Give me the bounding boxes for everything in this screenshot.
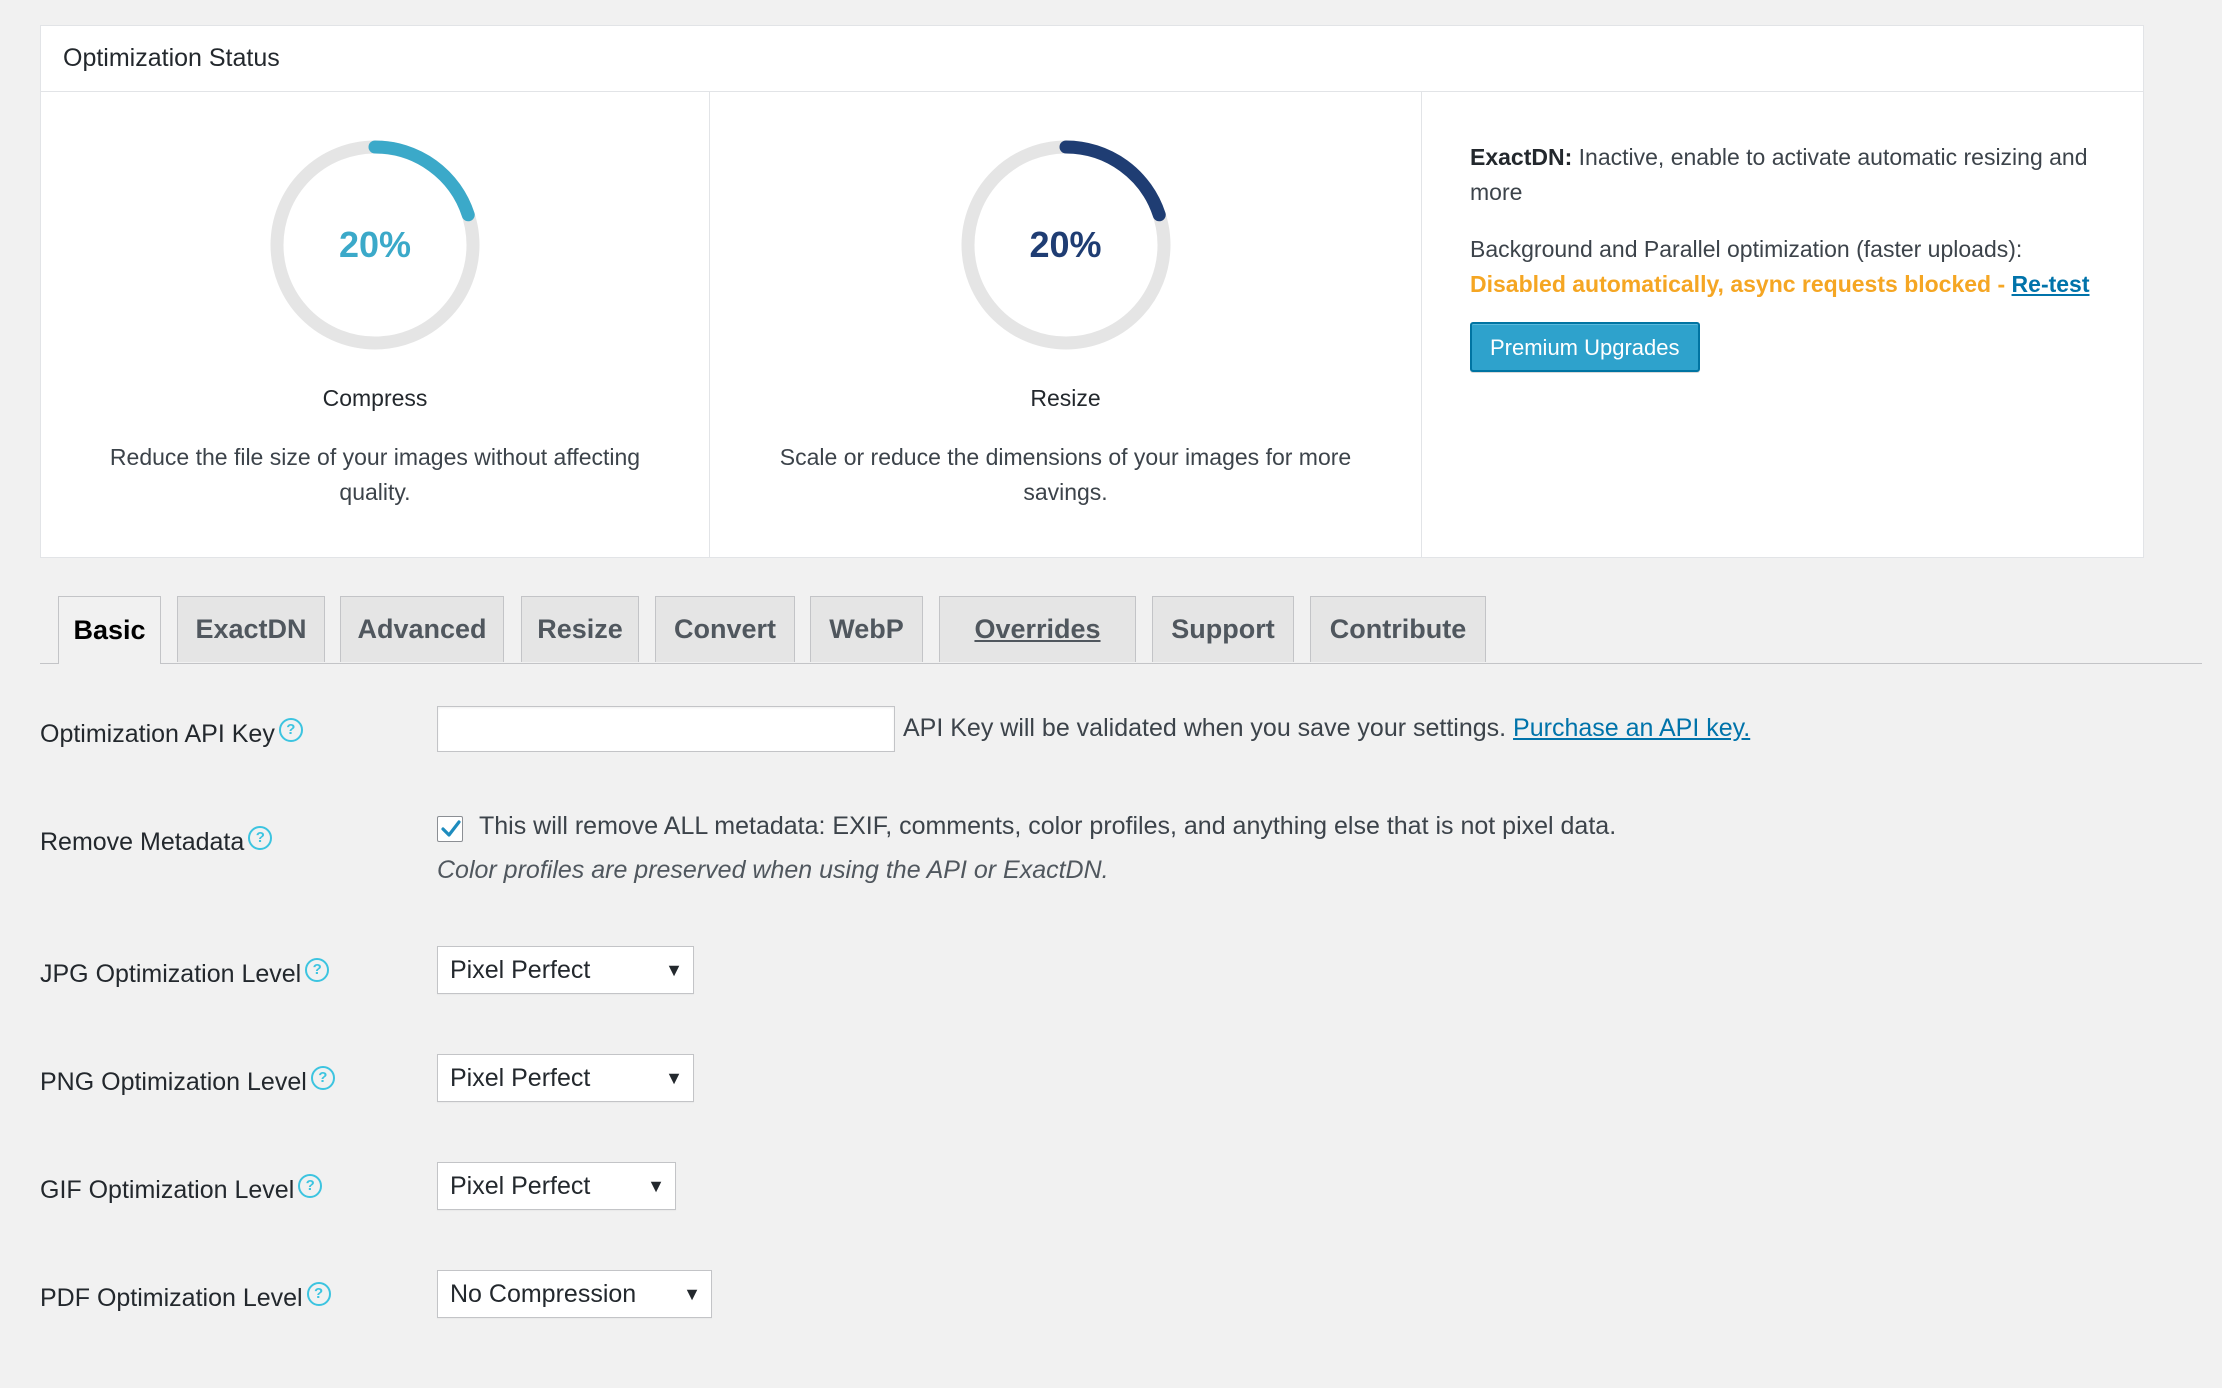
resize-description: Scale or reduce the dimensions of your i… [779, 444, 1352, 505]
remove-metadata-checkbox[interactable] [437, 816, 463, 842]
resize-progress-ring: 20% [956, 135, 1176, 355]
panel-title: Optimization Status [41, 26, 2143, 92]
jpg-level-select[interactable]: Pixel Perfect ▼ [437, 946, 694, 994]
api-key-label: Optimization API Key? [40, 718, 303, 749]
premium-upgrades-button[interactable]: Premium Upgrades [1470, 322, 1700, 372]
compress-title: Compress [322, 385, 428, 411]
compress-progress-ring: 20% [265, 135, 485, 355]
chevron-down-icon: ▼ [665, 960, 683, 980]
tab-support[interactable]: Support [1152, 596, 1294, 662]
compress-percent: 20% [338, 224, 412, 265]
retest-link[interactable]: Re-test [2012, 271, 2090, 297]
remove-metadata-note: Color profiles are preserved when using … [437, 856, 1109, 884]
optimization-status-panel: Optimization Status 20% Compress Reduce … [40, 25, 2144, 558]
api-key-input[interactable] [437, 706, 895, 752]
status-info-column: ExactDN: Inactive, enable to activate au… [1422, 92, 2143, 558]
tab-convert[interactable]: Convert [655, 596, 795, 662]
resize-percent: 20% [1029, 224, 1102, 265]
compress-description: Reduce the file size of your images with… [109, 444, 641, 505]
chevron-down-icon: ▼ [683, 1284, 701, 1304]
tab-resize[interactable]: Resize [521, 596, 639, 662]
tab-advanced[interactable]: Advanced [340, 596, 504, 662]
tab-exactdn[interactable]: ExactDN [177, 596, 325, 662]
help-icon[interactable]: ? [298, 1174, 323, 1198]
pdf-level-label: PDF Optimization Level? [40, 1282, 331, 1313]
gif-level-select[interactable]: Pixel Perfect ▼ [437, 1162, 676, 1210]
exactdn-label: ExactDN: [1470, 144, 1573, 170]
settings-tabs: Basic ExactDN Advanced Resize Convert We… [40, 596, 2202, 664]
tab-contribute[interactable]: Contribute [1310, 596, 1486, 662]
tab-webp[interactable]: WebP [810, 596, 923, 662]
resize-column: 20% Resize Scale or reduce the dimension… [710, 92, 1422, 558]
jpg-level-label: JPG Optimization Level? [40, 958, 330, 989]
chevron-down-icon: ▼ [647, 1176, 665, 1196]
pdf-level-select[interactable]: No Compression ▼ [437, 1270, 712, 1318]
purchase-api-key-link[interactable]: Purchase an API key. [1513, 714, 1750, 742]
help-icon[interactable]: ? [306, 1282, 331, 1306]
help-icon[interactable]: ? [305, 958, 330, 982]
chevron-down-icon: ▼ [665, 1068, 683, 1088]
help-icon[interactable]: ? [278, 718, 303, 742]
tab-overrides[interactable]: Overrides [939, 596, 1136, 662]
checkmark-icon [441, 820, 461, 837]
api-key-note: API Key will be validated when you save … [903, 714, 1751, 742]
png-level-select[interactable]: Pixel Perfect ▼ [437, 1054, 694, 1102]
background-optimization-label: Background and Parallel optimization (fa… [1470, 236, 2023, 262]
exactdn-status: ExactDN: Inactive, enable to activate au… [1470, 140, 2095, 210]
resize-title: Resize [1030, 385, 1101, 411]
tab-basic[interactable]: Basic [58, 596, 161, 664]
async-warning: Disabled automatically, async requests b… [1470, 267, 2095, 302]
help-icon[interactable]: ? [248, 826, 273, 850]
remove-metadata-label: Remove Metadata? [40, 826, 273, 857]
gif-level-label: GIF Optimization Level? [40, 1174, 323, 1205]
png-level-label: PNG Optimization Level? [40, 1066, 335, 1097]
compress-column: 20% Compress Reduce the file size of you… [41, 92, 710, 558]
async-warning-text: Disabled automatically, async requests b… [1470, 271, 2012, 297]
remove-metadata-text: This will remove ALL metadata: EXIF, com… [479, 812, 1617, 840]
help-icon[interactable]: ? [310, 1066, 335, 1090]
